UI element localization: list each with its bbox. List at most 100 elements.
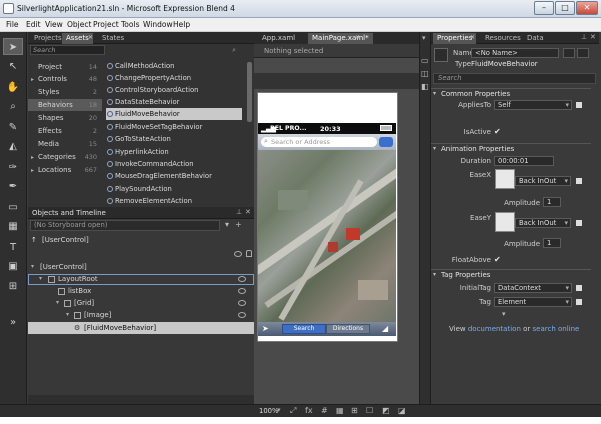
easex-select[interactable]: Back InOut: [515, 176, 571, 186]
tab-app-xaml[interactable]: App.xaml: [258, 33, 299, 44]
visibility-eye-icon[interactable]: [234, 251, 242, 257]
eyedropper-icon[interactable]: ✎: [3, 119, 23, 136]
collapse-icon[interactable]: ▾: [433, 270, 436, 280]
tab-data[interactable]: Data: [523, 33, 548, 44]
visibility-eye-icon[interactable]: [238, 288, 246, 294]
zoom-dropdown-icon[interactable]: ▾: [277, 406, 281, 414]
minimize-button[interactable]: –: [534, 1, 554, 15]
name-input[interactable]: <No Name>: [471, 48, 559, 58]
collapse-icon[interactable]: ▾: [433, 89, 436, 99]
bookmarks-button[interactable]: [379, 137, 393, 147]
asset-item[interactable]: RemoveElementAction: [106, 195, 242, 207]
rendering-icon[interactable]: ◩: [382, 406, 390, 415]
brush-transform-icon[interactable]: ✑: [3, 159, 23, 176]
adorner-icon[interactable]: ◪: [398, 406, 406, 415]
asset-item[interactable]: InvokeCommandAction: [106, 158, 242, 170]
expand-advanced-icon[interactable]: ▾: [502, 310, 506, 318]
asset-item[interactable]: GoToStateAction: [106, 133, 242, 145]
direct-select-icon[interactable]: ↖: [3, 58, 23, 75]
search-icon[interactable]: ⌕: [106, 46, 236, 54]
appliesto-select[interactable]: Self: [494, 100, 572, 110]
lock-icon[interactable]: [246, 250, 252, 257]
tab-states[interactable]: States: [98, 33, 128, 44]
pan-tool-icon[interactable]: ✋: [3, 79, 23, 96]
fit-icon[interactable]: ⤢: [290, 406, 296, 416]
close-icon[interactable]: ✕: [590, 33, 596, 41]
search-segment-button[interactable]: Search: [282, 324, 326, 334]
close-tab-icon[interactable]: ✕: [88, 34, 93, 41]
advanced-options-marker[interactable]: [576, 299, 582, 305]
floatabove-checkbox[interactable]: ✔: [494, 255, 501, 264]
tag-select[interactable]: Element: [494, 297, 572, 307]
rectangle-tool-icon[interactable]: ▭: [3, 199, 23, 216]
menu-edit[interactable]: Edit: [26, 20, 41, 29]
menu-object[interactable]: Object: [67, 20, 91, 29]
events-button[interactable]: [563, 48, 575, 58]
effects-toggle-icon[interactable]: fx: [305, 406, 313, 415]
address-search-input[interactable]: Search or Address: [261, 137, 377, 147]
maximize-button[interactable]: □: [555, 1, 575, 15]
visibility-eye-icon[interactable]: [238, 300, 246, 306]
easey-select[interactable]: Back InOut: [515, 218, 571, 228]
pin-icon[interactable]: ⊥: [236, 208, 242, 216]
asset-item[interactable]: CallMethodAction: [106, 60, 242, 72]
zoom-level[interactable]: 100%: [259, 407, 278, 415]
asset-item[interactable]: DataStateBehavior: [106, 96, 242, 108]
tree-layoutroot[interactable]: LayoutRoot: [58, 274, 98, 284]
visibility-eye-icon[interactable]: [238, 312, 246, 318]
properties-search-input[interactable]: Search: [433, 73, 596, 84]
initialtag-select[interactable]: DataContext: [494, 283, 572, 293]
grid-tool-icon[interactable]: ▦: [3, 218, 23, 235]
amplitude-x-input[interactable]: 1: [543, 197, 561, 207]
section-common-properties[interactable]: ▾ Common Properties: [431, 88, 591, 98]
tree-fluidmovebehavior[interactable]: [FluidMoveBehavior]: [84, 323, 156, 333]
isactive-checkbox[interactable]: ✔: [494, 127, 501, 136]
advanced-options-marker[interactable]: [576, 285, 582, 291]
tree-usercontrol[interactable]: [UserControl]: [40, 262, 87, 272]
new-storyboard-icon[interactable]: +: [235, 220, 242, 229]
textblock-tool-icon[interactable]: T: [3, 239, 23, 256]
easex-curve-icon[interactable]: [495, 169, 515, 189]
objects-scrollbar[interactable]: [28, 395, 254, 404]
close-tab-icon[interactable]: ✕: [470, 34, 475, 41]
directions-segment-button[interactable]: Directions: [326, 324, 370, 334]
assets-expand-icon[interactable]: »: [3, 314, 23, 331]
visibility-eye-icon[interactable]: [238, 276, 246, 282]
easey-curve-icon[interactable]: [495, 212, 515, 232]
snap-gridlines-icon[interactable]: ▦: [336, 406, 344, 415]
page-curl-icon[interactable]: ◢: [382, 324, 388, 333]
duration-input[interactable]: 00:00:01: [494, 156, 554, 166]
close-tab-icon[interactable]: ✕: [355, 34, 360, 41]
grid-toggle-icon[interactable]: #: [321, 406, 328, 415]
collapse-icon[interactable]: ▾: [433, 144, 436, 154]
advanced-options-marker[interactable]: [576, 102, 582, 108]
tree-grid[interactable]: [Grid]: [74, 298, 94, 308]
advanced-options-marker[interactable]: [576, 178, 582, 184]
pin-icon[interactable]: ⊥: [581, 33, 587, 41]
asset-item[interactable]: HyperlinkAction: [106, 146, 242, 158]
close-icon[interactable]: ✕: [245, 208, 251, 216]
close-button[interactable]: ✕: [576, 1, 598, 15]
menu-file[interactable]: File: [6, 20, 19, 29]
split-view-icon[interactable]: ◧: [421, 82, 429, 91]
properties-view-button[interactable]: [577, 48, 589, 58]
asset-item-selected[interactable]: FluidMoveBehavior: [106, 108, 242, 120]
amplitude-y-input[interactable]: 1: [543, 238, 561, 248]
design-view-icon[interactable]: ▭: [421, 56, 429, 65]
tab-mainpage-xaml[interactable]: MainPage.xaml*: [308, 33, 373, 44]
menu-view[interactable]: View: [45, 20, 63, 29]
annotations-icon[interactable]: ☐: [366, 406, 373, 415]
advanced-options-marker[interactable]: [576, 220, 582, 226]
tab-projects[interactable]: Projects: [30, 33, 66, 44]
collapse-icon[interactable]: ▾: [39, 274, 42, 284]
asset-scrollbar[interactable]: [247, 62, 252, 122]
tree-image[interactable]: [Image]: [84, 310, 111, 320]
zoom-tool-icon[interactable]: ⌕: [3, 98, 23, 115]
asset-item[interactable]: ControlStoryboardAction: [106, 84, 242, 96]
storyboard-picker[interactable]: (No Storyboard open): [30, 220, 220, 231]
menu-window[interactable]: Window: [143, 20, 173, 29]
menu-tools[interactable]: Tools: [121, 20, 139, 29]
collapse-icon[interactable]: ▾: [66, 310, 69, 320]
scope-icon[interactable]: ↑: [31, 235, 37, 245]
section-tag-properties[interactable]: ▾ Tag Properties: [431, 269, 591, 279]
